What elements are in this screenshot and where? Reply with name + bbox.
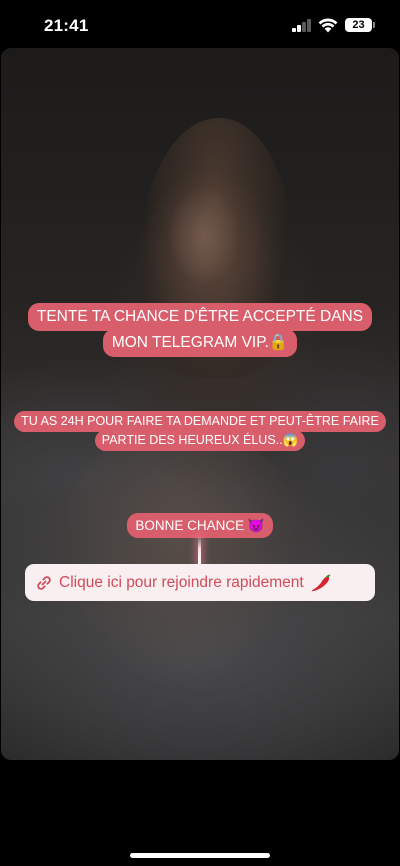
sticker-line: BONNE CHANCE 😈 (127, 513, 273, 538)
vip-invite-sticker: TENTE TA CHANCE D'ÊTRE ACCEPTÉ DANS MON … (0, 303, 400, 357)
cellular-signal-icon (292, 19, 312, 32)
good-luck-sticker: BONNE CHANCE 😈 (0, 513, 400, 538)
sticker-line-text: PARTIE DES HEUREUX ÉLUS.. (101, 433, 283, 447)
wifi-icon (318, 18, 338, 33)
lock-emoji-icon: 🔒 (268, 334, 289, 351)
status-time: 21:41 (44, 16, 89, 35)
sticker-line: PARTIE DES HEUREUX ÉLUS..😱 (94, 430, 306, 451)
smiling-devil-emoji-icon: 😈 (247, 518, 265, 533)
sticker-line-text: BONNE CHANCE (135, 518, 245, 533)
story-photo-body (61, 428, 301, 688)
battery-icon: 23 (345, 18, 372, 32)
home-indicator[interactable] (130, 853, 270, 858)
story-photo-face (169, 188, 239, 283)
story-card[interactable] (1, 48, 399, 760)
status-bar: 21:41 23 (0, 0, 400, 48)
chili-pepper-icon (311, 574, 331, 591)
sticker-line: TENTE TA CHANCE D'ÊTRE ACCEPTÉ DANS (27, 303, 373, 331)
deadline-sticker: TU AS 24H POUR FAIRE TA DEMANDE ET PEUT-… (0, 411, 400, 451)
light-streak (198, 537, 201, 567)
sticker-line: MON TELEGRAM VIP.🔒 (102, 329, 298, 357)
sticker-line-text: MON TELEGRAM VIP. (111, 334, 269, 351)
join-link-sticker[interactable]: Clique ici pour rejoindre rapidement (25, 564, 375, 601)
battery-tip (373, 22, 375, 28)
sticker-line: TU AS 24H POUR FAIRE TA DEMANDE ET PEUT-… (14, 411, 386, 432)
link-icon (37, 575, 51, 590)
join-link-label[interactable]: Clique ici pour rejoindre rapidement (59, 574, 304, 592)
screaming-face-emoji-icon: 😱 (282, 433, 299, 447)
